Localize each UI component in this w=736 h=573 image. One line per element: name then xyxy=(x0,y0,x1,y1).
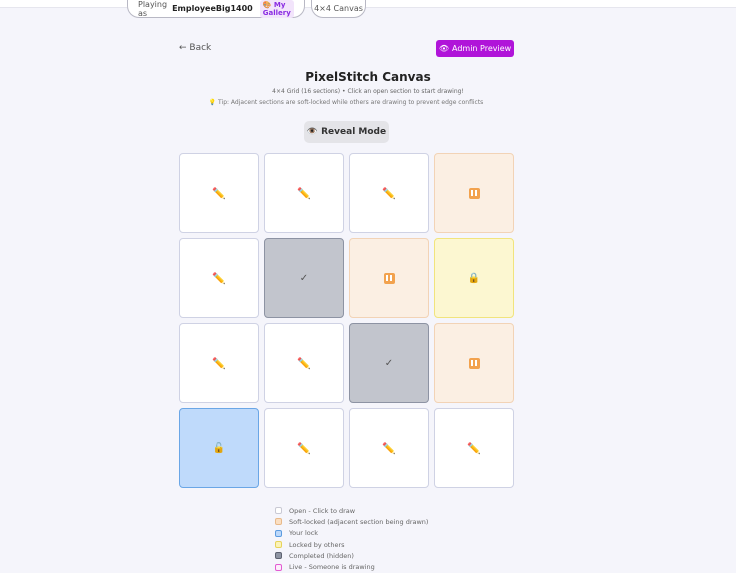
grid-cell[interactable] xyxy=(434,323,514,403)
legend-label: Locked by others xyxy=(289,540,345,549)
pencil-icon: ✏️ xyxy=(212,186,226,200)
legend-label: Live - Someone is drawing xyxy=(289,563,375,572)
legend-item-open: Open - Click to draw xyxy=(275,505,428,516)
reveal-mode-button[interactable]: 👁️ Reveal Mode xyxy=(304,121,389,143)
canvas-grid: ✏️ ✏️ ✏️ ✏️ ✓ 🔒 ✏️ ✏️ ✓ 🔓 ✏️ ✏️ ✏️ xyxy=(179,153,514,488)
legend-item-mine: Your lock xyxy=(275,528,428,539)
page-subtitle: 4×4 Grid (16 sections) • Click an open s… xyxy=(272,88,464,95)
top-bar xyxy=(0,0,736,8)
pencil-icon: ✏️ xyxy=(382,441,396,455)
check-icon: ✓ xyxy=(384,357,394,369)
reveal-mode-label: Reveal Mode xyxy=(321,127,387,137)
grid-cell[interactable]: ✏️ xyxy=(349,153,429,233)
grid-cell[interactable]: ✏️ xyxy=(264,408,344,488)
admin-preview-button[interactable]: 👁 Admin Preview xyxy=(436,40,514,57)
grid-cell[interactable] xyxy=(349,238,429,318)
legend-swatch xyxy=(275,541,282,549)
legend: Open - Click to draw Soft-locked (adjacen… xyxy=(275,505,428,573)
pause-icon xyxy=(383,272,395,284)
grid-cell[interactable]: ✏️ xyxy=(179,323,259,403)
grid-cell[interactable]: ✏️ xyxy=(349,408,429,488)
pencil-icon: ✏️ xyxy=(212,271,226,285)
tip-text: 💡 Tip: Adjacent sections are soft-locked… xyxy=(208,99,484,106)
grid-cell[interactable]: ✏️ xyxy=(264,153,344,233)
unlock-icon: 🔓 xyxy=(212,442,226,454)
legend-item-others: Locked by others xyxy=(275,539,428,550)
grid-cell[interactable]: ✓ xyxy=(349,323,429,403)
legend-label: Soft-locked (adjacent section being draw… xyxy=(289,517,429,526)
grid-cell[interactable]: ✏️ xyxy=(179,238,259,318)
pencil-icon: ✏️ xyxy=(467,441,481,455)
grid-cell[interactable] xyxy=(434,153,514,233)
legend-swatch xyxy=(275,518,282,526)
legend-label: Your lock xyxy=(289,529,319,538)
admin-preview-label: Admin Preview xyxy=(451,44,512,53)
legend-item-done: Completed (hidden) xyxy=(275,550,428,561)
grid-cell[interactable]: ✏️ xyxy=(264,323,344,403)
legend-label: Open - Click to draw xyxy=(289,506,356,515)
pencil-icon: ✏️ xyxy=(297,356,311,370)
legend-swatch xyxy=(275,529,282,537)
legend-item-live: Live - Someone is drawing xyxy=(275,561,428,572)
pencil-icon: ✏️ xyxy=(297,441,311,455)
legend-swatch xyxy=(275,552,282,560)
lock-icon: 🔒 xyxy=(467,272,481,284)
grid-cell[interactable]: ✏️ xyxy=(179,153,259,233)
grid-cell[interactable]: ✏️ xyxy=(434,408,514,488)
player-pill: Playing as EmployeeBig1400 🎨 My Gallery xyxy=(127,0,305,18)
pause-icon xyxy=(468,357,480,369)
grid-cell[interactable]: 🔓 xyxy=(179,408,259,488)
eye-icon: 👁 xyxy=(438,44,449,53)
canvas-size-badge: 4×4 Canvas xyxy=(311,0,366,18)
pause-icon xyxy=(468,187,480,199)
legend-label: Completed (hidden) xyxy=(289,551,354,560)
eye-icon: 👁️ xyxy=(306,127,319,137)
legend-item-soft: Soft-locked (adjacent section being draw… xyxy=(275,516,428,527)
legend-swatch xyxy=(275,507,282,515)
back-button[interactable]: ← Back xyxy=(179,43,211,53)
palette-icon: 🎨 xyxy=(262,0,272,9)
playing-as-label: Playing as xyxy=(138,0,168,18)
grid-cell[interactable]: 🔒 xyxy=(434,238,514,318)
my-gallery-link[interactable]: 🎨 My Gallery xyxy=(259,0,294,18)
pencil-icon: ✏️ xyxy=(297,186,311,200)
username: EmployeeBig1400 xyxy=(172,4,253,13)
check-icon: ✓ xyxy=(299,272,309,284)
legend-swatch xyxy=(275,563,282,571)
page-title: PixelStitch Canvas xyxy=(305,70,431,84)
grid-cell[interactable]: ✓ xyxy=(264,238,344,318)
pencil-icon: ✏️ xyxy=(382,186,396,200)
pencil-icon: ✏️ xyxy=(212,356,226,370)
